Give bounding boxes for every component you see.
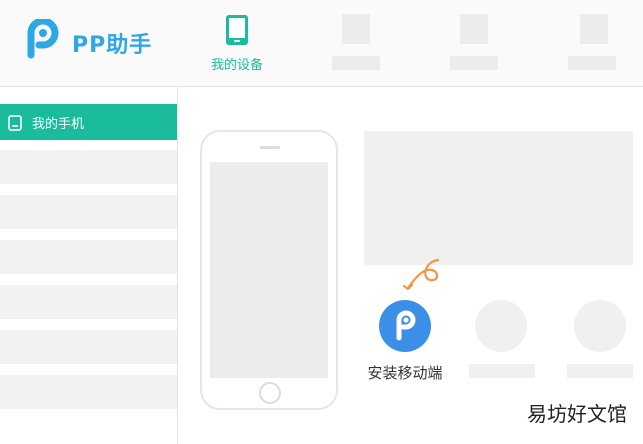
app-name: PP助手	[72, 33, 153, 58]
tab-my-devices[interactable]: 我的设备	[204, 12, 270, 74]
feature-label-placeholder	[469, 364, 535, 378]
feature-button-placeholder[interactable]	[574, 300, 626, 352]
install-mobile-button[interactable]	[379, 300, 431, 352]
nav-tab-placeholder-label	[332, 56, 380, 70]
sidebar-item-placeholder[interactable]	[0, 195, 177, 229]
tab-label: 我的设备	[210, 58, 263, 73]
nav-tab-placeholder-label	[568, 56, 616, 70]
arrow-annotation-icon	[398, 256, 446, 300]
pp-logo-icon	[22, 17, 62, 59]
phone-screen	[210, 162, 328, 378]
info-banner-placeholder	[364, 131, 633, 265]
sidebar-item-placeholder[interactable]	[0, 375, 177, 409]
nav-tab-placeholder-icon[interactable]	[460, 14, 488, 44]
sidebar-item-label: 我的手机	[32, 117, 85, 132]
phone-speaker	[260, 146, 280, 149]
install-mobile-label[interactable]: 安装移动端	[351, 362, 459, 383]
feature-button-placeholder[interactable]	[475, 300, 527, 352]
sidebar-item-placeholder[interactable]	[0, 240, 177, 274]
phone-device-icon	[225, 14, 249, 50]
sidebar: 我的手机	[0, 87, 178, 444]
watermark: 易坊好文馆	[525, 396, 629, 429]
phone-home-button	[259, 382, 281, 404]
phone-mockup	[200, 130, 338, 410]
sidebar-item-placeholder[interactable]	[0, 150, 177, 184]
nav-tab-placeholder-icon[interactable]	[580, 14, 608, 44]
nav-tab-placeholder-label	[450, 56, 498, 70]
sidebar-item-my-phone[interactable]: 我的手机	[0, 104, 177, 140]
sidebar-item-placeholder[interactable]	[0, 330, 177, 364]
top-bar: PP助手 我的设备	[0, 0, 643, 87]
phone-outline-icon	[8, 115, 22, 135]
pp-logo-icon	[396, 310, 416, 341]
nav-tab-placeholder-icon[interactable]	[342, 14, 370, 44]
sidebar-item-placeholder[interactable]	[0, 285, 177, 319]
feature-label-placeholder	[567, 364, 633, 378]
